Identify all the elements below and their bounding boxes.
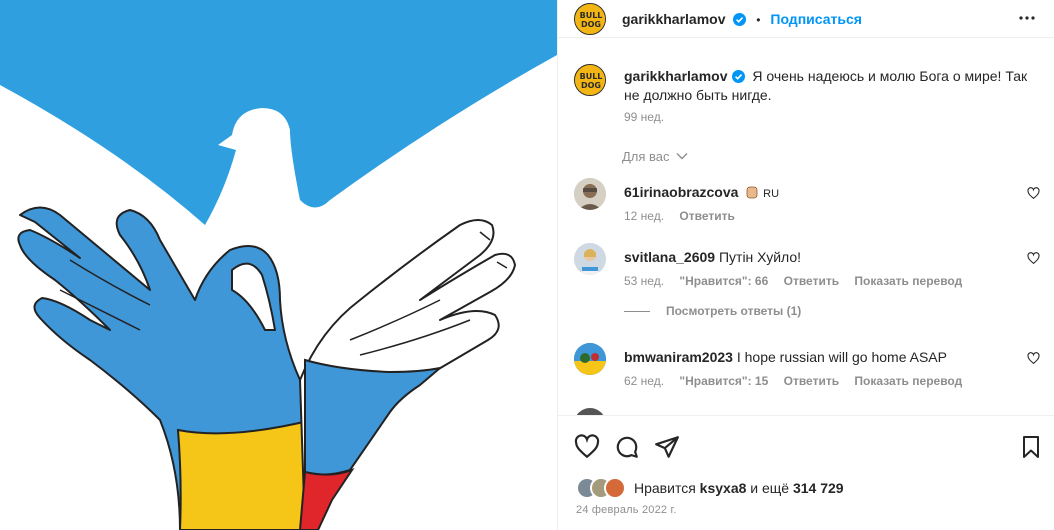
comment-age[interactable]: 53 нед. — [624, 274, 664, 288]
liker-avatar — [604, 477, 626, 499]
hand-emoji-icon — [746, 186, 758, 199]
user-photo-icon — [574, 178, 606, 210]
comment-meta: 62 нед. "Нравится": 15 Ответить Показать… — [624, 374, 974, 388]
comment-filter-dropdown[interactable]: Для вас — [622, 149, 688, 164]
replies-divider-line — [624, 311, 650, 313]
comment-age[interactable]: 62 нед. — [624, 374, 664, 388]
caption-age[interactable]: 99 нед. — [624, 110, 664, 124]
chevron-down-icon — [676, 153, 688, 160]
svg-text:DOG: DOG — [581, 81, 601, 90]
bulldog-logo-icon: BULL DOG — [575, 4, 605, 34]
post-actions-bar: Нравится ksyxa8 и ещё 314 729 24 февраль… — [558, 415, 1054, 530]
comment-item: 61irinaobrazcova RU 12 нед. Ответить — [574, 178, 1044, 238]
comment-like-button[interactable] — [1027, 352, 1040, 368]
translate-button[interactable]: Показать перевод — [854, 274, 962, 288]
comment-text: RU — [763, 188, 780, 200]
comment-body: svitlana_2609 Путін Хуйло! — [624, 248, 1024, 266]
heart-icon — [1027, 352, 1040, 365]
post-sidebar: BULL DOG garikkharlamov • Подписаться BU… — [557, 0, 1054, 530]
commenter-avatar[interactable] — [574, 343, 606, 375]
likes-and-more: и ещё — [750, 480, 790, 496]
author-avatar[interactable]: BULL DOG — [574, 3, 606, 35]
likes-user[interactable]: ksyxa8 — [700, 480, 747, 496]
post-header: BULL DOG garikkharlamov • Подписаться — [558, 0, 1054, 38]
share-button[interactable] — [654, 434, 680, 463]
likes-summary[interactable]: Нравится ksyxa8 и ещё 314 729 — [634, 480, 844, 496]
verified-icon — [731, 70, 745, 83]
caption-username[interactable]: garikkharlamov — [624, 68, 728, 84]
comment-username[interactable]: bmwaniram2023 — [624, 349, 733, 365]
peace-dove-hands-illustration — [0, 0, 557, 530]
more-options-button[interactable] — [1015, 6, 1039, 33]
svg-text:BULL: BULL — [580, 72, 603, 81]
heart-icon — [1027, 252, 1040, 265]
comment-item: svitlana_2609 Путін Хуйло! 53 нед. "Нрав… — [574, 243, 1044, 303]
comment-filter-label: Для вас — [622, 149, 670, 164]
likes-prefix: Нравится — [634, 480, 696, 496]
comment-like-button[interactable] — [1027, 187, 1040, 203]
translate-button[interactable]: Показать перевод — [854, 374, 962, 388]
commenter-avatar[interactable] — [574, 243, 606, 275]
comment-text: Путін Хуйло! — [718, 249, 802, 265]
commenter-avatar[interactable] — [574, 178, 606, 210]
comment-likes-count[interactable]: "Нравится": 66 — [679, 274, 768, 288]
like-button[interactable] — [574, 434, 600, 463]
user-photo-icon — [574, 343, 606, 375]
svg-text:DOG: DOG — [581, 20, 601, 29]
comment-body: bmwaniram2023 I hope russian will go hom… — [624, 348, 1024, 366]
verified-icon — [733, 13, 747, 26]
caption-text-block: garikkharlamov Я очень надеюсь и молю Бо… — [624, 67, 1034, 105]
reply-button[interactable]: Ответить — [784, 374, 839, 388]
comment-icon — [616, 436, 638, 458]
comment-body: 61irinaobrazcova RU — [624, 183, 1024, 203]
comment-button[interactable] — [614, 434, 640, 463]
likes-count[interactable]: 314 729 — [793, 480, 844, 496]
comment-username[interactable]: svitlana_2609 — [624, 249, 715, 265]
post-date[interactable]: 24 февраль 2022 г. — [576, 504, 677, 516]
view-replies-button[interactable]: Посмотреть ответы (1) — [624, 304, 801, 318]
comment-meta: 12 нед. Ответить — [624, 209, 747, 223]
comment-likes-count[interactable]: "Нравится": 15 — [679, 374, 768, 388]
comment-meta: 53 нед. "Нравится": 66 Ответить Показать… — [624, 274, 974, 288]
comment-like-button[interactable] — [1027, 252, 1040, 268]
comment-item: bmwaniram2023 I hope russian will go hom… — [574, 343, 1044, 403]
author-username[interactable]: garikkharlamov — [622, 11, 726, 27]
reply-button[interactable]: Ответить — [784, 274, 839, 288]
heart-icon — [574, 434, 600, 459]
user-photo-icon — [574, 243, 606, 275]
more-icon — [1019, 16, 1035, 20]
separator-dot: • — [756, 13, 761, 27]
follow-button[interactable]: Подписаться — [770, 11, 862, 27]
bookmark-icon — [1023, 436, 1039, 458]
heart-icon — [1027, 187, 1040, 200]
bulldog-logo-icon: BULL DOG — [575, 65, 605, 95]
comment-username[interactable]: 61irinaobrazcova — [624, 184, 738, 200]
save-button[interactable] — [1019, 434, 1043, 463]
caption-avatar[interactable]: BULL DOG — [574, 64, 606, 96]
view-replies-label: Посмотреть ответы (1) — [666, 304, 802, 318]
post-image[interactable] — [0, 0, 557, 530]
reply-button[interactable]: Ответить — [679, 209, 734, 223]
svg-text:BULL: BULL — [580, 11, 603, 20]
comment-age[interactable]: 12 нед. — [624, 209, 664, 223]
share-icon — [655, 436, 679, 458]
comment-text: I hope russian will go home ASAP — [736, 349, 947, 365]
